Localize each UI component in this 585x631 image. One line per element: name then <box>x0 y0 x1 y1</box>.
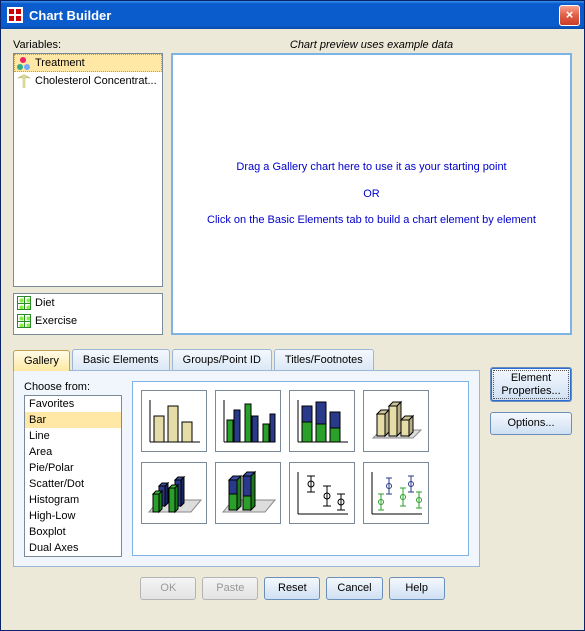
thumbnails-frame <box>132 381 469 556</box>
paste-button: Paste <box>202 577 258 600</box>
chart-type-bar[interactable]: Bar <box>25 412 121 428</box>
chart-type-pie-polar[interactable]: Pie/Polar <box>25 460 121 476</box>
element-properties-button[interactable]: Element Properties... <box>490 367 572 402</box>
variables-label: Variables: <box>13 39 163 51</box>
panel-variables-list[interactable]: Diet Exercise <box>13 293 163 335</box>
preview-instruction-or: OR <box>363 187 380 202</box>
grid-icon <box>17 314 31 328</box>
options-button[interactable]: Options... <box>490 412 572 435</box>
choose-column: Choose from: Favorites Bar Line Area Pie… <box>24 381 122 556</box>
side-buttons: Element Properties... Options... <box>490 349 572 435</box>
thumb-bar-3d-clustered[interactable] <box>141 462 207 524</box>
thumb-bar-stacked[interactable] <box>289 390 355 452</box>
scale-icon <box>17 74 31 88</box>
panel-variable-item[interactable]: Exercise <box>14 312 162 330</box>
preview-instruction-2: Click on the Basic Elements tab to build… <box>207 213 536 228</box>
chart-type-boxplot[interactable]: Boxplot <box>25 524 121 540</box>
preview-column: Chart preview uses example data Drag a G… <box>171 39 572 335</box>
choose-label: Choose from: <box>24 381 122 393</box>
variable-item[interactable]: Cholesterol Concentrat... <box>14 72 162 90</box>
tabs-area: Gallery Basic Elements Groups/Point ID T… <box>13 349 480 567</box>
gallery-panel: Choose from: Favorites Bar Line Area Pie… <box>13 371 480 567</box>
thumb-bar-clustered[interactable] <box>215 390 281 452</box>
mid-row: Gallery Basic Elements Groups/Point ID T… <box>13 349 572 567</box>
help-button[interactable]: Help <box>389 577 445 600</box>
chart-type-favorites[interactable]: Favorites <box>25 396 121 412</box>
variable-name: Cholesterol Concentrat... <box>35 75 157 87</box>
app-icon <box>7 7 23 23</box>
bottom-buttons: OK Paste Reset Cancel Help <box>13 567 572 604</box>
cancel-button[interactable]: Cancel <box>326 577 382 600</box>
thumb-error-bar-simple[interactable] <box>289 462 355 524</box>
thumb-error-bar-clustered[interactable] <box>363 462 429 524</box>
nominal-icon <box>17 56 31 70</box>
chart-builder-window: Chart Builder × Variables: Treatment Cho… <box>0 0 585 631</box>
chart-type-histogram[interactable]: Histogram <box>25 492 121 508</box>
thumb-bar-simple[interactable] <box>141 390 207 452</box>
chart-type-area[interactable]: Area <box>25 444 121 460</box>
variable-name: Treatment <box>35 57 85 69</box>
thumb-bar-3d-stacked[interactable] <box>215 462 281 524</box>
chart-preview-canvas[interactable]: Drag a Gallery chart here to use it as y… <box>171 53 572 335</box>
close-button[interactable]: × <box>559 5 580 26</box>
top-row: Variables: Treatment Cholesterol Concent… <box>13 39 572 335</box>
reset-button[interactable]: Reset <box>264 577 320 600</box>
panel-variable-item[interactable]: Diet <box>14 294 162 312</box>
tab-basic-elements[interactable]: Basic Elements <box>72 349 170 370</box>
variables-list[interactable]: Treatment Cholesterol Concentrat... <box>13 53 163 287</box>
tab-groups-point-id[interactable]: Groups/Point ID <box>172 349 272 370</box>
chart-type-scatter-dot[interactable]: Scatter/Dot <box>25 476 121 492</box>
chart-type-dual-axes[interactable]: Dual Axes <box>25 540 121 556</box>
variable-name: Diet <box>35 297 55 309</box>
variable-item[interactable]: Treatment <box>14 54 162 72</box>
chart-type-list[interactable]: Favorites Bar Line Area Pie/Polar Scatte… <box>24 395 122 557</box>
ok-button: OK <box>140 577 196 600</box>
tab-gallery[interactable]: Gallery <box>13 350 70 371</box>
grid-icon <box>17 296 31 310</box>
preview-label: Chart preview uses example data <box>171 39 572 51</box>
preview-instruction-1: Drag a Gallery chart here to use it as y… <box>236 160 506 175</box>
thumb-bar-3d-simple[interactable] <box>363 390 429 452</box>
window-title: Chart Builder <box>29 8 111 23</box>
client-area: Variables: Treatment Cholesterol Concent… <box>1 29 584 630</box>
chart-type-high-low[interactable]: High-Low <box>25 508 121 524</box>
variables-column: Variables: Treatment Cholesterol Concent… <box>13 39 163 335</box>
tabstrip: Gallery Basic Elements Groups/Point ID T… <box>13 349 480 371</box>
chart-type-line[interactable]: Line <box>25 428 121 444</box>
variable-name: Exercise <box>35 315 77 327</box>
tab-titles-footnotes[interactable]: Titles/Footnotes <box>274 349 374 370</box>
titlebar: Chart Builder × <box>1 1 584 29</box>
